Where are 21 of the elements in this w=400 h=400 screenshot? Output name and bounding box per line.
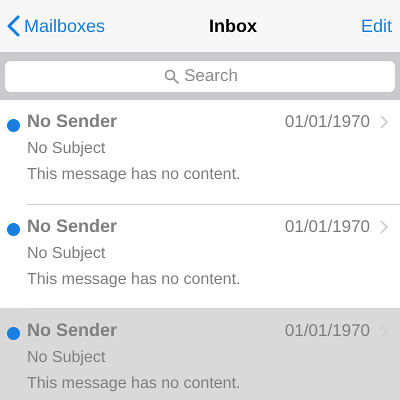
search-icon [164, 68, 179, 84]
chevron-right-icon [380, 114, 388, 128]
message-date: 01/01/1970 [284, 320, 370, 342]
message-date: 01/01/1970 [284, 216, 370, 238]
back-chevron-icon [6, 15, 20, 37]
sender-name: No Sender [27, 110, 118, 133]
message-preview: This message has no content. [27, 270, 242, 290]
message-subject: No Subject [27, 348, 106, 368]
edit-button[interactable]: Edit [360, 12, 394, 40]
message-preview: This message has no content. [27, 374, 242, 394]
message-row[interactable]: No Sender 01/01/1970 No Subject This message has no content. [0, 308, 400, 400]
sender-name: No Sender [27, 215, 118, 238]
message-date: 01/01/1970 [284, 110, 370, 133]
search-field[interactable]: Search [5, 60, 395, 92]
chevron-right-icon [380, 220, 388, 234]
message-subject: No Subject [27, 244, 106, 264]
sender-name: No Sender [27, 319, 118, 342]
message-preview: This message has no content. [27, 165, 242, 185]
message-subject: No Subject [27, 139, 106, 159]
back-button[interactable]: Mailboxes [6, 12, 106, 40]
window-title: Inbox [209, 14, 257, 38]
